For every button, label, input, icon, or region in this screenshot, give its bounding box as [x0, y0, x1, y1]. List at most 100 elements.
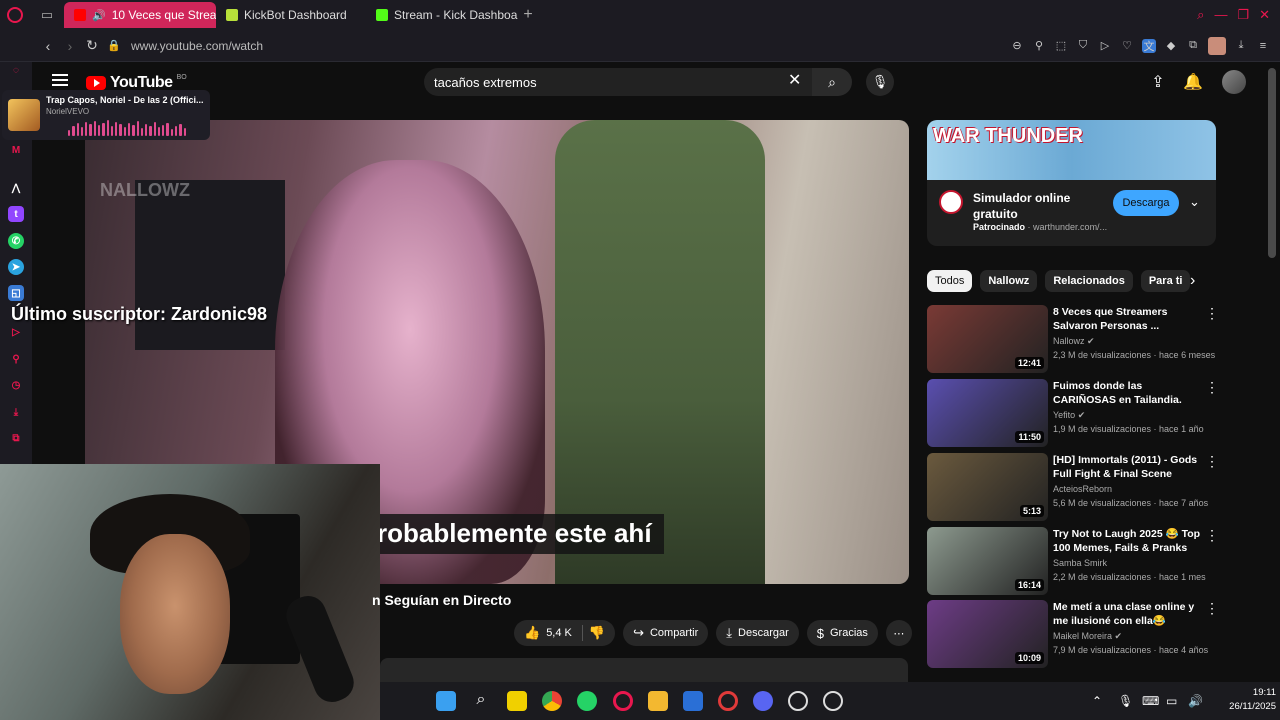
description-box[interactable] — [380, 658, 908, 682]
related-video-item[interactable]: 12:41 8 Veces que Streamers Salvaron Pers… — [927, 305, 1219, 375]
chevron-right-icon[interactable]: › — [1190, 272, 1195, 290]
related-video-item[interactable]: 10:09 Me metí a una clase online y me ilu… — [927, 600, 1219, 670]
extensions-sidebar-icon[interactable]: ⧉ — [8, 430, 24, 446]
related-channel-name[interactable]: Nallowz ✔ — [1053, 336, 1095, 347]
play-icon[interactable]: ▷ — [1098, 39, 1112, 53]
sponsored-ad-card[interactable]: WAR THUNDER Simulador online gratuito Pa… — [927, 120, 1216, 246]
related-video-title[interactable]: Fuimos donde las CARIÑOSAS en Tailandia.… — [1053, 379, 1203, 407]
search-tabs-icon[interactable]: ⌕ — [1197, 7, 1204, 23]
whatsapp-icon[interactable]: ✆ — [8, 233, 24, 249]
upload-icon[interactable]: ⇪ — [1148, 72, 1168, 92]
opera-gx-icon[interactable] — [718, 691, 738, 711]
minimize-icon[interactable]: — — [1214, 7, 1227, 23]
like-button[interactable]: 👍 5,4 K 👎 — [514, 620, 616, 646]
app-taskbar-icon[interactable] — [823, 691, 843, 711]
share-button[interactable]: ↪ Compartir — [623, 620, 709, 646]
maximize-icon[interactable]: ❐ — [1237, 7, 1249, 23]
related-channel-name[interactable]: ActeiosReborn — [1053, 484, 1112, 494]
thanks-button[interactable]: $ Gracias — [806, 620, 878, 646]
search-input[interactable]: tacaños extremos — [424, 68, 812, 96]
new-tab-button[interactable]: + — [518, 5, 538, 25]
tab-kick-dashboard[interactable]: Stream - Kick Dashboard — [366, 2, 518, 28]
tab-youtube[interactable]: 🔊 10 Veces que Streame — [64, 2, 216, 28]
hamburger-menu-icon[interactable] — [52, 74, 68, 86]
video-thumbnail[interactable]: 16:14 — [927, 527, 1048, 595]
more-actions-button[interactable]: ⋯ — [885, 620, 912, 646]
back-icon[interactable]: ‹ — [37, 35, 59, 57]
tray-keyboard-icon[interactable]: ⌨ — [1142, 694, 1159, 708]
ai-icon[interactable]: ⋀ — [8, 180, 24, 196]
ad-banner-image[interactable]: WAR THUNDER — [927, 120, 1216, 180]
whatsapp-taskbar-icon[interactable] — [577, 691, 597, 711]
related-video-title[interactable]: Try Not to Laugh 2025 😂 Top 100 Memes, F… — [1053, 527, 1203, 555]
windows-start-icon[interactable] — [436, 691, 456, 711]
chrome-icon[interactable] — [542, 691, 562, 711]
reload-icon[interactable]: ↻ — [81, 35, 103, 57]
translate-icon[interactable]: 文 — [1142, 38, 1156, 53]
url-field[interactable]: www.youtube.com/watch — [131, 39, 263, 53]
menu-icon[interactable]: ≡ — [1256, 39, 1270, 53]
zoom-icon[interactable]: ⊖ — [1010, 39, 1024, 53]
related-video-title[interactable]: 8 Veces que Streamers Salvaron Personas … — [1053, 305, 1203, 333]
discord-icon[interactable] — [753, 691, 773, 711]
related-video-item[interactable]: 16:14 Try Not to Laugh 2025 😂 Top 100 Mem… — [927, 527, 1219, 597]
audio-icon[interactable]: 🔊 — [92, 9, 106, 22]
more-options-icon[interactable]: ⋮ — [1205, 453, 1219, 470]
store-icon[interactable] — [683, 691, 703, 711]
thumbs-down-icon[interactable]: 👎 — [589, 625, 605, 641]
download-icon[interactable]: ⤓ — [1234, 39, 1248, 53]
more-options-icon[interactable]: ⋮ — [1205, 527, 1219, 544]
heart-icon[interactable]: ♡ — [1120, 39, 1134, 53]
related-channel-name[interactable]: Maikel Moreira ✔ — [1053, 631, 1122, 642]
chevron-down-icon[interactable]: ⌄ — [1189, 194, 1200, 210]
video-thumbnail[interactable]: 12:41 — [927, 305, 1048, 373]
more-options-icon[interactable]: ⋮ — [1205, 379, 1219, 396]
extensions-icon[interactable]: ⧉ — [1186, 39, 1200, 53]
clear-search-icon[interactable]: ✕ — [788, 70, 801, 90]
ad-download-button[interactable]: Descarga — [1113, 190, 1179, 216]
extension-2-icon[interactable]: ◆ — [1164, 39, 1178, 53]
music-mini-player[interactable]: Trap Capos, Noriel - De las 2 (Offici...… — [2, 90, 210, 140]
tray-chevron-up-icon[interactable]: ⌃ — [1092, 694, 1102, 708]
opera-taskbar-icon[interactable] — [613, 691, 633, 711]
shield-icon[interactable]: ⛉ — [1076, 39, 1090, 53]
telegram-icon[interactable]: ➤ — [8, 259, 24, 275]
tray-volume-icon[interactable]: 🔊 — [1188, 694, 1203, 708]
profile-avatar[interactable] — [1208, 36, 1226, 55]
messenger-icon[interactable]: M — [8, 142, 24, 158]
downloads-icon[interactable]: ⤓ — [8, 404, 24, 420]
download-button[interactable]: ⤓ Descargar — [716, 620, 799, 646]
pinboard-icon[interactable]: ⚲ — [8, 351, 24, 367]
related-video-item[interactable]: 5:13 [HD] Immortals (2011) - Gods Full Fi… — [927, 453, 1219, 523]
account-avatar[interactable] — [1222, 70, 1246, 94]
chip-relacionados[interactable]: Relacionados — [1045, 270, 1133, 292]
video-thumbnail[interactable]: 11:50 — [927, 379, 1048, 447]
tab-snap-icon[interactable]: ▭ — [30, 0, 64, 30]
related-channel-name[interactable]: Yefito ✔ — [1053, 410, 1085, 421]
chip-todos[interactable]: Todos — [927, 270, 973, 292]
tray-display-icon[interactable]: ▭ — [1166, 694, 1177, 708]
ad-title[interactable]: Simulador online gratuito — [973, 190, 1103, 222]
related-channel-name[interactable]: Samba Smirk — [1053, 558, 1107, 568]
scrollbar[interactable] — [1268, 68, 1276, 258]
chip-para-ti[interactable]: Para ti — [1140, 270, 1191, 292]
related-video-title[interactable]: Me metí a una clase online y me ilusioné… — [1053, 600, 1203, 628]
more-options-icon[interactable]: ⋮ — [1205, 600, 1219, 617]
chip-nallowz[interactable]: Nallowz — [980, 270, 1038, 292]
sticky-notes-icon[interactable] — [507, 691, 527, 711]
close-icon[interactable]: ✕ — [1259, 7, 1270, 23]
notifications-bell-icon[interactable]: 🔔 — [1183, 72, 1203, 92]
taskbar-clock[interactable]: 19:11 26/11/2025 — [1216, 686, 1276, 714]
app-icon[interactable]: ◱ — [8, 285, 24, 301]
video-thumbnail[interactable]: 5:13 — [927, 453, 1048, 521]
forward-icon[interactable]: › — [59, 35, 81, 57]
lock-icon[interactable]: 🔒 — [103, 35, 125, 57]
history-icon[interactable]: ◷ — [8, 377, 24, 393]
voice-search-button[interactable]: 🎙 — [866, 68, 894, 96]
file-explorer-icon[interactable] — [648, 691, 668, 711]
opera-menu-icon[interactable] — [0, 0, 30, 30]
taskbar-search-icon[interactable]: ⌕ — [471, 691, 491, 711]
tab-kickbot[interactable]: KickBot Dashboard — [216, 2, 366, 28]
snapshot-icon[interactable]: ⬚ — [1054, 39, 1068, 53]
pin-icon[interactable]: ⚲ — [1032, 39, 1046, 53]
